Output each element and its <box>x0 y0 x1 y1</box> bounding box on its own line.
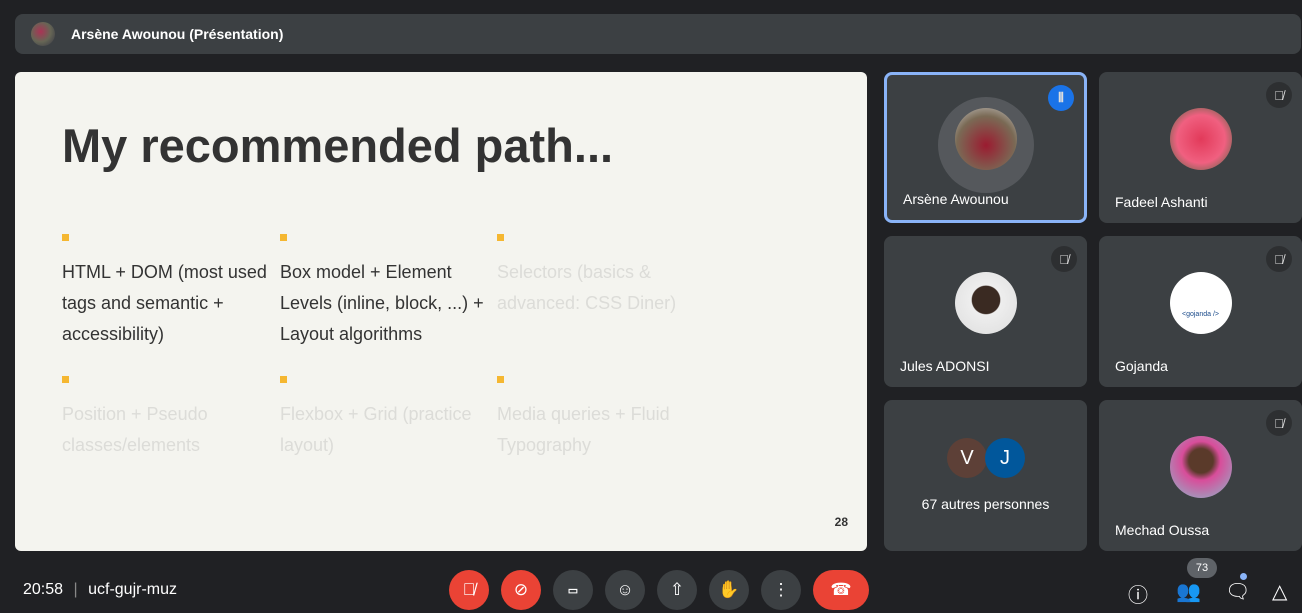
participant-name: Gojanda <box>1115 358 1168 374</box>
presenter-title: Arsène Awounou (Présentation) <box>71 26 284 42</box>
meeting-code: ucf-gujr-muz <box>88 581 178 598</box>
mic-off-button[interactable]: 🎙̸ <box>449 570 489 610</box>
slide-item: Selectors (basics & advanced: CSS Diner) <box>497 234 702 319</box>
participant-tile[interactable]: 🎙̸ Mechad Oussa <box>1099 400 1302 551</box>
participant-name: Mechad Oussa <box>1115 522 1210 538</box>
mic-muted-icon: 🎙̸ <box>1266 82 1292 108</box>
more-options-button[interactable]: ⋮ <box>761 570 801 610</box>
participant-tile[interactable]: ⦀ Arsène Awounou <box>884 72 1087 223</box>
participant-tile[interactable]: 🎙̸ Jules ADONSI <box>884 236 1087 387</box>
separator: | <box>73 581 78 598</box>
meeting-info: 20:58 | ucf-gujr-muz <box>23 581 177 599</box>
activities-button[interactable]: △ <box>1272 579 1287 604</box>
present-button[interactable]: ⇧ <box>657 570 697 610</box>
chat-button[interactable]: 🗨 <box>1225 579 1250 604</box>
mic-muted-icon: 🎙̸ <box>1266 410 1292 436</box>
mic-muted-icon: 🎙̸ <box>1051 246 1077 272</box>
control-bar: 20:58 | ucf-gujr-muz 🎙̸ ⊘ ▭ ☺ ⇧ ✋ ⋮ ☎ ⓘ … <box>0 558 1302 613</box>
presenter-bar: Arsène Awounou (Présentation) <box>15 14 1301 54</box>
participant-name: Jules ADONSI <box>900 358 990 374</box>
raise-hand-button[interactable]: ✋ <box>709 570 749 610</box>
slide-item: Box model + Element Levels (inline, bloc… <box>280 234 485 350</box>
emoji-button[interactable]: ☺ <box>605 570 645 610</box>
clock: 20:58 <box>23 581 64 598</box>
participant-count-badge: 73 <box>1187 558 1217 578</box>
leave-call-button[interactable]: ☎ <box>813 570 869 610</box>
participant-avatar <box>954 107 1017 170</box>
participant-avatar <box>954 271 1017 334</box>
speaking-icon: ⦀ <box>1048 85 1074 111</box>
avatar-initial: V <box>947 438 987 478</box>
others-count-label: 67 autres personnes <box>921 496 1050 512</box>
notification-dot <box>1240 573 1247 580</box>
slide-item: Media queries + Fluid Typography <box>497 376 702 461</box>
slide-title: My recommended path... <box>62 119 614 172</box>
participant-tile[interactable]: <gojanda /> 🎙̸ Gojanda <box>1099 236 1302 387</box>
participant-name: Fadeel Ashanti <box>1115 194 1208 210</box>
participant-tile[interactable]: 🎙̸ Fadeel Ashanti <box>1099 72 1302 223</box>
avatar-initial: J <box>985 438 1025 478</box>
others-tile[interactable]: V J 67 autres personnes <box>884 400 1087 551</box>
info-button[interactable]: ⓘ <box>1128 579 1148 608</box>
participant-avatar <box>1169 435 1232 498</box>
presenter-avatar <box>31 22 55 46</box>
slide-item: Flexbox + Grid (practice layout) <box>280 376 485 461</box>
camera-off-button[interactable]: ⊘ <box>501 570 541 610</box>
captions-button[interactable]: ▭ <box>553 570 593 610</box>
presentation-slide: My recommended path... HTML + DOM (most … <box>15 72 867 551</box>
participant-name: Arsène Awounou <box>903 191 1009 207</box>
slide-item: Position + Pseudo classes/elements <box>62 376 267 461</box>
mic-muted-icon: 🎙̸ <box>1266 246 1292 272</box>
people-button[interactable]: 👥 <box>1176 579 1201 604</box>
participant-avatar <box>1169 107 1232 170</box>
slide-item: HTML + DOM (most used tags and semantic … <box>62 234 267 350</box>
slide-page-number: 28 <box>834 515 848 529</box>
gojanda-logo: <gojanda /> <box>1169 271 1232 334</box>
